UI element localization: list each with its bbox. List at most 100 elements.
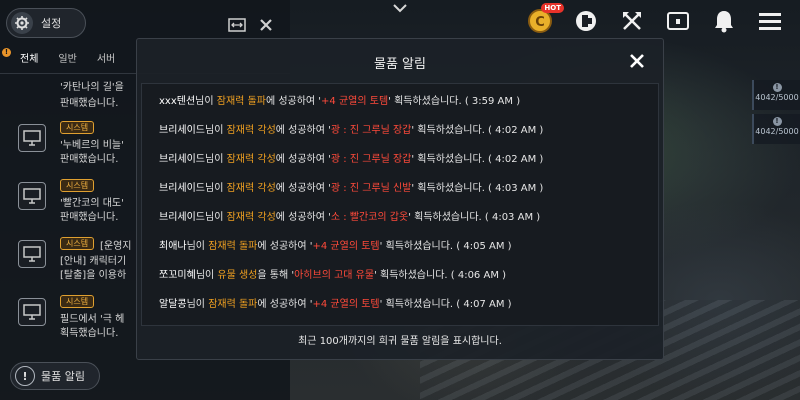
resource-box[interactable]: ! 4042/5000 <box>752 80 800 110</box>
player-name: 최애나 <box>159 241 187 252</box>
notice-text: ' 획득하셨습니다. ( 4:05 AM ) <box>379 241 512 252</box>
player-name: 브리세이드 <box>159 154 205 165</box>
close-chat-button[interactable] <box>255 14 277 36</box>
resource-box[interactable]: ! 4042/5000 <box>752 114 800 144</box>
notice-text: 에 성공하여 ' <box>257 299 313 310</box>
item-name: +4 균열의 토템 <box>312 299 380 310</box>
tab-label: 서버 <box>96 53 116 65</box>
resource-value: 4042/5000 <box>755 93 799 102</box>
notice-row: 브리세이드님이 잠재력 각성에 성공하여 '광 : 진 그루닐 신발' 획득하셨… <box>159 179 543 199</box>
notice-text: ' 획득하셨습니다. ( 4:06 AM ) <box>374 270 507 281</box>
crossed-axes-icon <box>623 12 641 30</box>
resource-value: 4042/5000 <box>755 127 799 136</box>
svg-text:C: C <box>535 15 545 30</box>
action-name: 잠재력 돌파 <box>208 299 258 310</box>
tab-label: 전체 <box>20 53 39 65</box>
notice-text: ' 획득하셨습니다. ( 4:02 AM ) <box>411 125 544 136</box>
message-line: '카탄나의 길'을 <box>60 82 124 93</box>
tab-label: 일반 <box>58 53 77 65</box>
settings-label: 설정 <box>41 17 62 30</box>
notice-text: 님이 <box>205 183 227 194</box>
player-name: 알달콩 <box>159 299 187 310</box>
item-name: +4 균열의 토템 <box>312 241 380 252</box>
system-badge: 시스템 <box>60 295 95 308</box>
notification-button[interactable] <box>708 5 740 37</box>
notice-text: 님이 <box>186 241 209 252</box>
hot-badge: HOT <box>541 3 564 13</box>
player-name: 브리세이드 <box>159 212 205 223</box>
action-name: 잠재력 각성 <box>226 125 276 136</box>
message-tag: [운영지 <box>100 241 132 252</box>
player-name: 브리세이드 <box>159 125 205 136</box>
inventory-button[interactable] <box>662 5 694 37</box>
monitor-icon <box>18 298 46 326</box>
system-badge: 시스템 <box>60 121 95 134</box>
item-name: 광 : 진 그루닐 신발 <box>330 183 412 194</box>
close-icon <box>630 54 644 68</box>
tab-server[interactable]: 서버 <box>87 46 125 74</box>
action-name: 유물 생성 <box>217 270 258 281</box>
item-alert-button[interactable]: ! 물품 알림 <box>10 362 100 390</box>
notice-row: 최애나님이 잠재력 돌파에 성공하여 '+4 균열의 토템' 획득하셨습니다. … <box>159 237 512 257</box>
top-hud: C HOT <box>524 3 786 38</box>
message-line: 획득했습니다. <box>60 328 119 339</box>
modal-title: 물품 알림 <box>374 57 426 72</box>
system-badge: 시스템 <box>60 237 95 250</box>
item-name: 광 : 진 그루닐 장갑 <box>330 125 412 136</box>
notice-text: ' 획득하셨습니다. ( 4:07 AM ) <box>379 299 512 310</box>
notice-text: 님이 <box>195 270 218 281</box>
notice-row: 브리세이드님이 잠재력 각성에 성공하여 '소 : 빨간코의 갑옷' 획득하셨습… <box>159 208 540 228</box>
message-line: 필드에서 '극 헤 <box>60 314 125 325</box>
notice-text: 을 통해 ' <box>257 270 295 281</box>
combat-button[interactable] <box>616 5 648 37</box>
modal-footer-note: 최근 100개까지의 희귀 물품 알림을 표시합니다. <box>298 336 502 347</box>
modal-close-button[interactable] <box>627 51 647 71</box>
exchange-icon <box>576 11 596 31</box>
message-line: 판매했습니다. <box>60 212 119 223</box>
item-alert-modal: 물품 알림 xxx텐션님이 잠재력 돌파에 성공하여 '+4 균열의 토템' 획… <box>136 38 664 360</box>
message-line: 판매했습니다. <box>60 154 119 165</box>
notice-text: 에 성공하여 ' <box>265 96 322 107</box>
hot-shop-button[interactable]: C HOT <box>524 3 564 37</box>
settings-button[interactable]: 설정 <box>6 8 86 38</box>
monitor-icon <box>18 182 46 210</box>
alert-icon: ! <box>772 83 782 92</box>
player-name: 쪼꼬미혜 <box>159 270 196 281</box>
action-name: 잠재력 돌파 <box>216 96 266 107</box>
system-badge: 시스템 <box>60 179 95 192</box>
notice-row: 브리세이드님이 잠재력 각성에 성공하여 '광 : 진 그루닐 장갑' 획득하셨… <box>159 121 543 141</box>
notice-text: 님이 <box>205 212 227 223</box>
item-name: 광 : 진 그루닐 장갑 <box>330 154 412 165</box>
notice-text: ' 획득하셨습니다. ( 4:03 AM ) <box>408 212 541 223</box>
notice-text: ' 획득하셨습니다. ( 4:03 AM ) <box>411 183 544 194</box>
main-menu-button[interactable] <box>754 5 786 37</box>
notice-text: 님이 <box>195 96 217 107</box>
notice-text: 에 성공하여 ' <box>275 125 331 136</box>
gear-icon <box>11 12 33 34</box>
chevron-down-icon[interactable] <box>392 2 408 16</box>
notice-list[interactable]: xxx텐션님이 잠재력 돌파에 성공하여 '+4 균열의 토템' 획득하셨습니다… <box>141 83 659 326</box>
action-name: 잠재력 각성 <box>226 183 276 194</box>
alert-icon: ! <box>15 366 35 386</box>
notice-row: 알달콩님이 잠재력 돌파에 성공하여 '+4 균열의 토템' 획득하셨습니다. … <box>159 295 512 315</box>
message-line: '누베르의 비늘' <box>60 140 124 151</box>
item-name: 소 : 빨간코의 갑옷 <box>330 212 409 223</box>
alert-badge: ! <box>2 47 11 57</box>
hamburger-menu-icon <box>759 13 781 30</box>
player-name: 브리세이드 <box>159 183 205 194</box>
action-name: 잠재력 돌파 <box>208 241 258 252</box>
exchange-button[interactable] <box>570 5 602 37</box>
notice-text: 님이 <box>186 299 209 310</box>
message-line: [탈출]을 이용하 <box>60 270 127 281</box>
notice-row: 브리세이드님이 잠재력 각성에 성공하여 '광 : 진 그루닐 장갑' 획득하셨… <box>159 150 543 170</box>
tab-all[interactable]: ! 전체 <box>0 46 48 74</box>
tab-general[interactable]: 일반 <box>48 46 86 74</box>
notice-text: ' 획득하셨습니다. ( 4:02 AM ) <box>411 154 544 165</box>
item-name: +4 균열의 토템 <box>321 96 389 107</box>
item-name: 아히브의 고대 유물 <box>294 270 375 281</box>
monitor-icon <box>18 124 46 152</box>
chest-icon <box>667 12 689 30</box>
message-line: 판매했습니다. <box>60 98 119 109</box>
expand-chat-button[interactable] <box>226 14 248 36</box>
notice-text: 님이 <box>205 125 227 136</box>
